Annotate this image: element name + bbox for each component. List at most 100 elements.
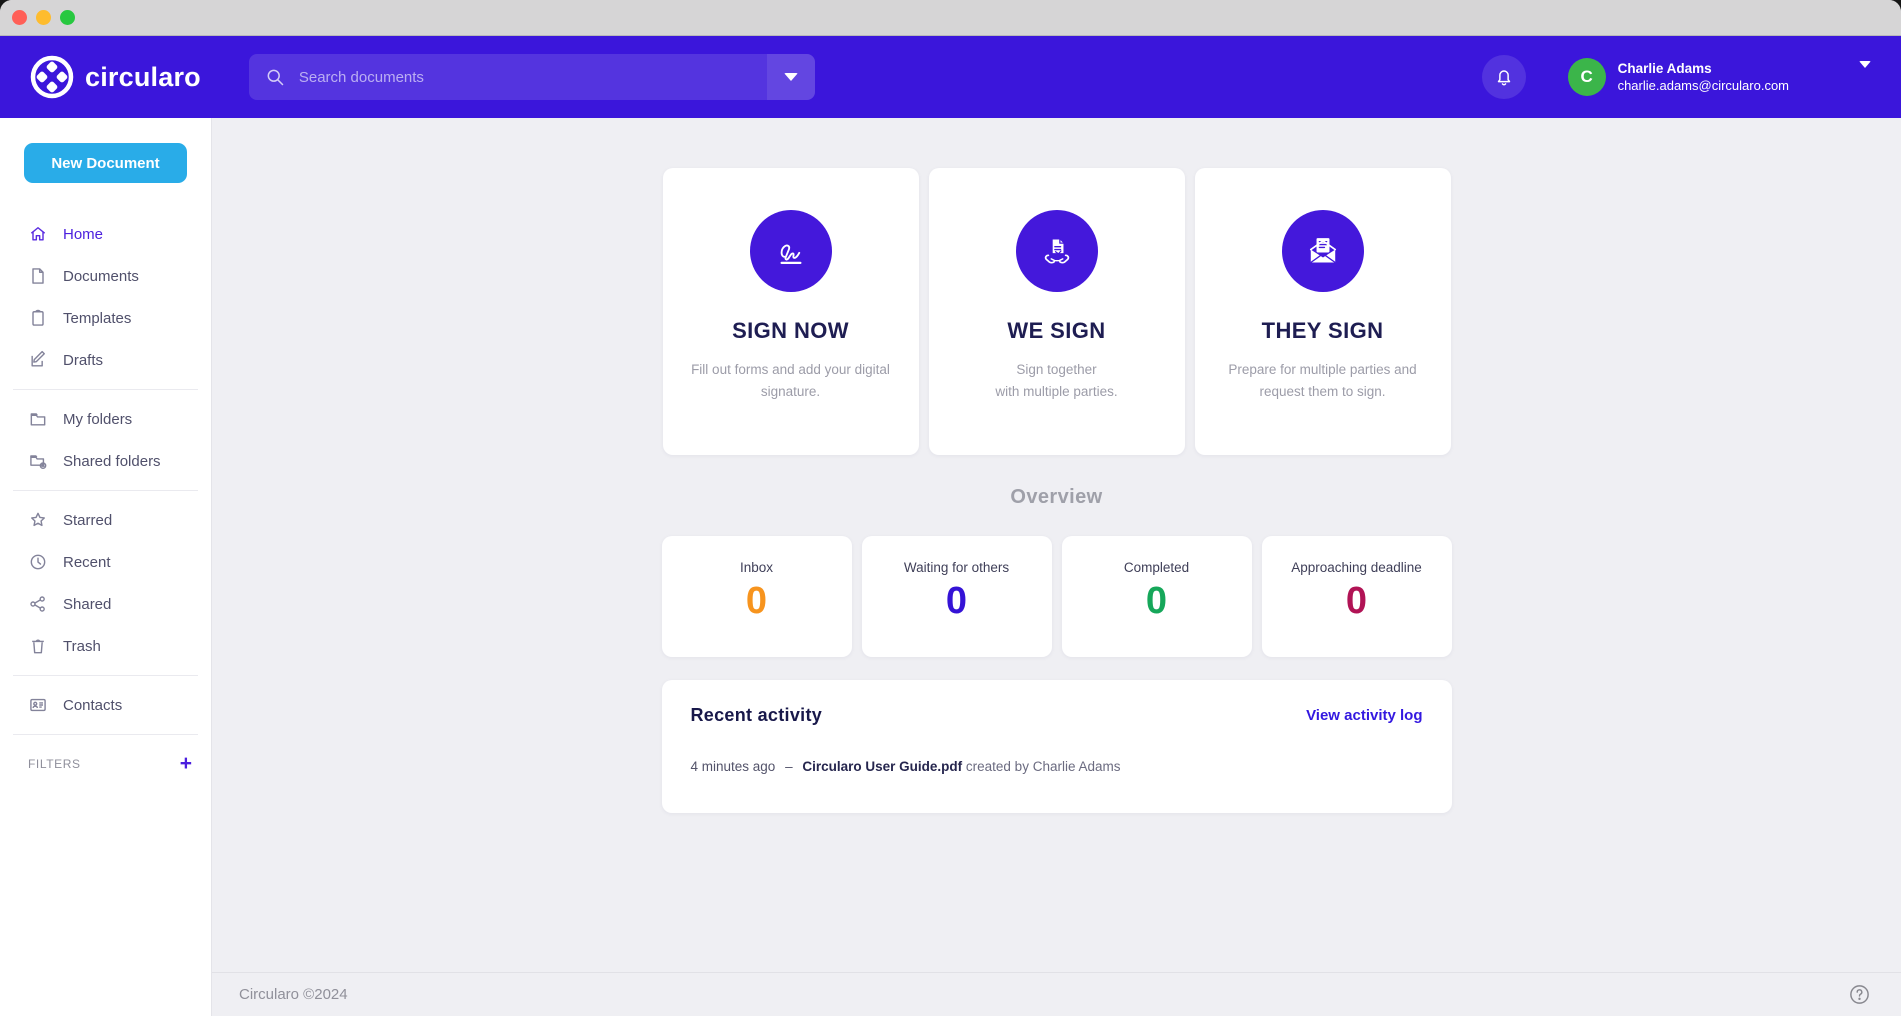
stat-value: 0 bbox=[1146, 580, 1167, 623]
action-description: Fill out forms and add your digital sign… bbox=[691, 359, 890, 402]
bell-icon bbox=[1493, 66, 1515, 88]
main-area: SIGN NOW Fill out forms and add your dig… bbox=[212, 118, 1901, 1016]
stat-value: 0 bbox=[1346, 580, 1367, 623]
app-window: circularo C C bbox=[0, 0, 1901, 1016]
stat-completed[interactable]: Completed 0 bbox=[1062, 536, 1252, 657]
sidebar-item-label: Shared bbox=[63, 596, 111, 613]
stat-label: Approaching deadline bbox=[1291, 560, 1422, 575]
sidebar-item-trash[interactable]: Trash bbox=[0, 625, 211, 667]
document-icon bbox=[28, 266, 48, 286]
activity-description: created by Charlie Adams bbox=[966, 759, 1121, 774]
sidebar-divider bbox=[13, 734, 198, 735]
recent-activity-card: Recent activity View activity log 4 minu… bbox=[662, 680, 1452, 813]
avatar: C bbox=[1568, 58, 1606, 96]
sidebar-item-label: Documents bbox=[63, 268, 139, 285]
stat-approaching-deadline[interactable]: Approaching deadline 0 bbox=[1262, 536, 1452, 657]
macos-titlebar bbox=[0, 0, 1901, 36]
they-sign-card[interactable]: THEY SIGN Prepare for multiple parties a… bbox=[1195, 168, 1451, 455]
close-window-button[interactable] bbox=[12, 10, 27, 25]
signature-icon bbox=[750, 210, 832, 292]
envelope-letter-icon bbox=[1282, 210, 1364, 292]
user-email: charlie.adams@circularo.com bbox=[1618, 77, 1789, 94]
sidebar-item-shared[interactable]: Shared bbox=[0, 583, 211, 625]
folder-icon bbox=[28, 409, 48, 429]
sidebar-item-my-folders[interactable]: My folders bbox=[0, 398, 211, 440]
edit-icon bbox=[28, 350, 48, 370]
action-cards: SIGN NOW Fill out forms and add your dig… bbox=[663, 168, 1451, 455]
footer: Circularo ©2024 bbox=[212, 972, 1901, 1016]
filters-section: FILTERS + bbox=[0, 743, 211, 774]
sidebar-item-contacts[interactable]: Contacts bbox=[0, 684, 211, 726]
stat-label: Waiting for others bbox=[904, 560, 1009, 575]
recent-activity-title: Recent activity bbox=[691, 705, 823, 726]
id-card-icon bbox=[28, 695, 48, 715]
chevron-down-icon bbox=[1859, 68, 1871, 86]
search-bar bbox=[249, 54, 815, 100]
stat-waiting-for-others[interactable]: Waiting for others 0 bbox=[862, 536, 1052, 657]
action-description: Sign together with multiple parties. bbox=[995, 359, 1117, 402]
view-activity-log-link[interactable]: View activity log bbox=[1306, 707, 1422, 724]
stat-value: 0 bbox=[746, 580, 767, 623]
content: SIGN NOW Fill out forms and add your dig… bbox=[212, 118, 1901, 972]
user-menu[interactable]: C Charlie Adams charlie.adams@circularo.… bbox=[1568, 58, 1871, 96]
sidebar-item-label: My folders bbox=[63, 411, 132, 428]
hands-document-icon bbox=[1016, 210, 1098, 292]
activity-time: 4 minutes ago bbox=[691, 759, 776, 774]
activity-document-name[interactable]: Circularo User Guide.pdf bbox=[802, 759, 962, 774]
app-header: circularo C C bbox=[0, 36, 1901, 118]
trash-icon bbox=[28, 636, 48, 656]
search-input[interactable] bbox=[299, 69, 767, 86]
share-icon bbox=[28, 594, 48, 614]
overview-title: Overview bbox=[1010, 486, 1102, 509]
sidebar-item-label: Trash bbox=[63, 638, 101, 655]
overview-stats: Inbox 0 Waiting for others 0 Completed 0… bbox=[662, 536, 1452, 657]
sidebar: New Document Home Documents Templates Dr… bbox=[0, 118, 212, 1016]
sidebar-item-home[interactable]: Home bbox=[0, 213, 211, 255]
activity-item: 4 minutes ago – Circularo User Guide.pdf… bbox=[691, 759, 1423, 774]
sidebar-item-drafts[interactable]: Drafts bbox=[0, 339, 211, 381]
shared-folder-icon bbox=[28, 451, 48, 471]
action-title: THEY SIGN bbox=[1262, 318, 1384, 344]
action-title: WE SIGN bbox=[1007, 318, 1105, 344]
notifications-button[interactable] bbox=[1482, 55, 1526, 99]
circularo-logo-icon bbox=[30, 55, 74, 99]
action-title: SIGN NOW bbox=[732, 318, 849, 344]
copyright-text: Circularo ©2024 bbox=[239, 986, 348, 1003]
sidebar-item-label: Templates bbox=[63, 310, 131, 327]
sidebar-item-templates[interactable]: Templates bbox=[0, 297, 211, 339]
action-description: Prepare for multiple parties and request… bbox=[1228, 359, 1416, 402]
user-name: Charlie Adams bbox=[1618, 60, 1789, 78]
brand-logo[interactable]: circularo bbox=[30, 55, 201, 99]
sidebar-divider bbox=[13, 675, 198, 676]
star-icon bbox=[28, 510, 48, 530]
stat-inbox[interactable]: Inbox 0 bbox=[662, 536, 852, 657]
sidebar-item-label: Shared folders bbox=[63, 453, 161, 470]
sidebar-divider bbox=[13, 490, 198, 491]
maximize-window-button[interactable] bbox=[60, 10, 75, 25]
search-scope-dropdown[interactable] bbox=[767, 54, 815, 100]
clipboard-icon bbox=[28, 308, 48, 328]
sidebar-item-shared-folders[interactable]: Shared folders bbox=[0, 440, 211, 482]
sidebar-item-label: Drafts bbox=[63, 352, 103, 369]
stat-label: Completed bbox=[1124, 560, 1189, 575]
home-icon bbox=[28, 224, 48, 244]
user-meta: Charlie Adams charlie.adams@circularo.co… bbox=[1618, 60, 1789, 95]
sidebar-item-label: Starred bbox=[63, 512, 112, 529]
add-filter-button[interactable]: + bbox=[180, 753, 192, 774]
sidebar-nav: Home Documents Templates Drafts M bbox=[0, 213, 211, 774]
activity-separator: – bbox=[785, 759, 793, 774]
sidebar-item-recent[interactable]: Recent bbox=[0, 541, 211, 583]
sidebar-item-label: Contacts bbox=[63, 697, 122, 714]
sidebar-item-documents[interactable]: Documents bbox=[0, 255, 211, 297]
sidebar-item-label: Recent bbox=[63, 554, 111, 571]
we-sign-card[interactable]: WE SIGN Sign together with multiple part… bbox=[929, 168, 1185, 455]
sign-now-card[interactable]: SIGN NOW Fill out forms and add your dig… bbox=[663, 168, 919, 455]
clock-icon bbox=[28, 552, 48, 572]
sidebar-divider bbox=[13, 389, 198, 390]
sidebar-item-starred[interactable]: Starred bbox=[0, 499, 211, 541]
chevron-down-icon bbox=[784, 73, 798, 81]
new-document-button[interactable]: New Document bbox=[24, 143, 187, 183]
help-icon[interactable] bbox=[1848, 983, 1871, 1006]
stat-label: Inbox bbox=[740, 560, 773, 575]
minimize-window-button[interactable] bbox=[36, 10, 51, 25]
